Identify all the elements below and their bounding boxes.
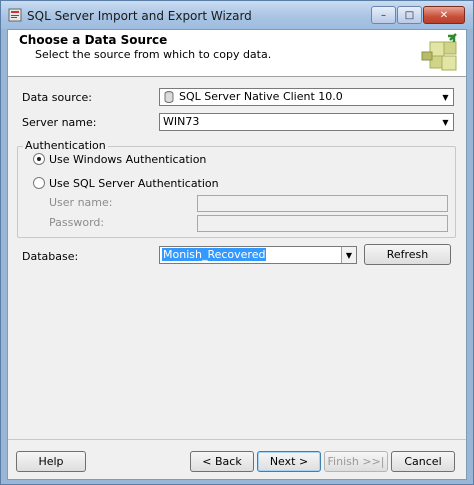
refresh-button[interactable]: Refresh: [364, 244, 451, 265]
title-bar[interactable]: SQL Server Import and Export Wizard – □ …: [1, 1, 473, 29]
wizard-window: SQL Server Import and Export Wizard – □ …: [0, 0, 474, 485]
finish-button: Finish >>|: [324, 451, 388, 472]
back-button[interactable]: < Back: [190, 451, 254, 472]
authentication-legend: Authentication: [23, 139, 108, 152]
user-name-input: [197, 195, 448, 212]
sql-server-app-icon: [8, 8, 22, 22]
window-controls: – □ ✕: [370, 6, 465, 24]
data-source-value: SQL Server Native Client 10.0: [179, 90, 343, 103]
sql-auth-radio[interactable]: [33, 177, 45, 189]
window-title: SQL Server Import and Export Wizard: [27, 9, 252, 23]
close-icon: ✕: [439, 9, 449, 21]
wizard-client-area: Choose a Data Source Select the source f…: [7, 29, 467, 480]
server-name-label: Server name:: [22, 116, 97, 129]
footer-divider: [8, 439, 466, 440]
data-source-combo[interactable]: SQL Server Native Client 10.0 ▼: [159, 88, 454, 106]
database-icon: [164, 91, 174, 103]
page-title: Choose a Data Source: [19, 33, 168, 47]
minimize-button[interactable]: –: [371, 6, 396, 24]
database-label: Database:: [22, 250, 79, 263]
data-source-label: Data source:: [22, 91, 92, 104]
password-input: [197, 215, 448, 232]
password-label: Password:: [49, 216, 105, 229]
maximize-button[interactable]: □: [397, 6, 422, 24]
wizard-header: Choose a Data Source Select the source f…: [8, 30, 466, 77]
database-combo[interactable]: Monish_Recovered ▼: [159, 246, 357, 264]
chevron-down-icon[interactable]: ▼: [438, 114, 453, 130]
database-value[interactable]: Monish_Recovered: [162, 248, 267, 261]
minimize-icon: –: [381, 9, 386, 21]
wizard-puzzle-icon: [421, 33, 457, 71]
windows-auth-radio[interactable]: [33, 153, 45, 165]
next-button[interactable]: Next >: [257, 451, 321, 472]
close-button[interactable]: ✕: [423, 6, 465, 24]
chevron-down-icon[interactable]: ▼: [341, 247, 356, 263]
server-name-value: WIN73: [163, 115, 200, 128]
windows-auth-label[interactable]: Use Windows Authentication: [49, 153, 206, 166]
page-subtitle: Select the source from which to copy dat…: [35, 48, 272, 61]
server-name-combo[interactable]: WIN73 ▼: [159, 113, 454, 131]
maximize-icon: □: [404, 9, 415, 21]
help-button[interactable]: Help: [16, 451, 86, 472]
cancel-button[interactable]: Cancel: [391, 451, 455, 472]
chevron-down-icon[interactable]: ▼: [438, 89, 453, 105]
sql-auth-label[interactable]: Use SQL Server Authentication: [49, 177, 219, 190]
user-name-label: User name:: [49, 196, 113, 209]
